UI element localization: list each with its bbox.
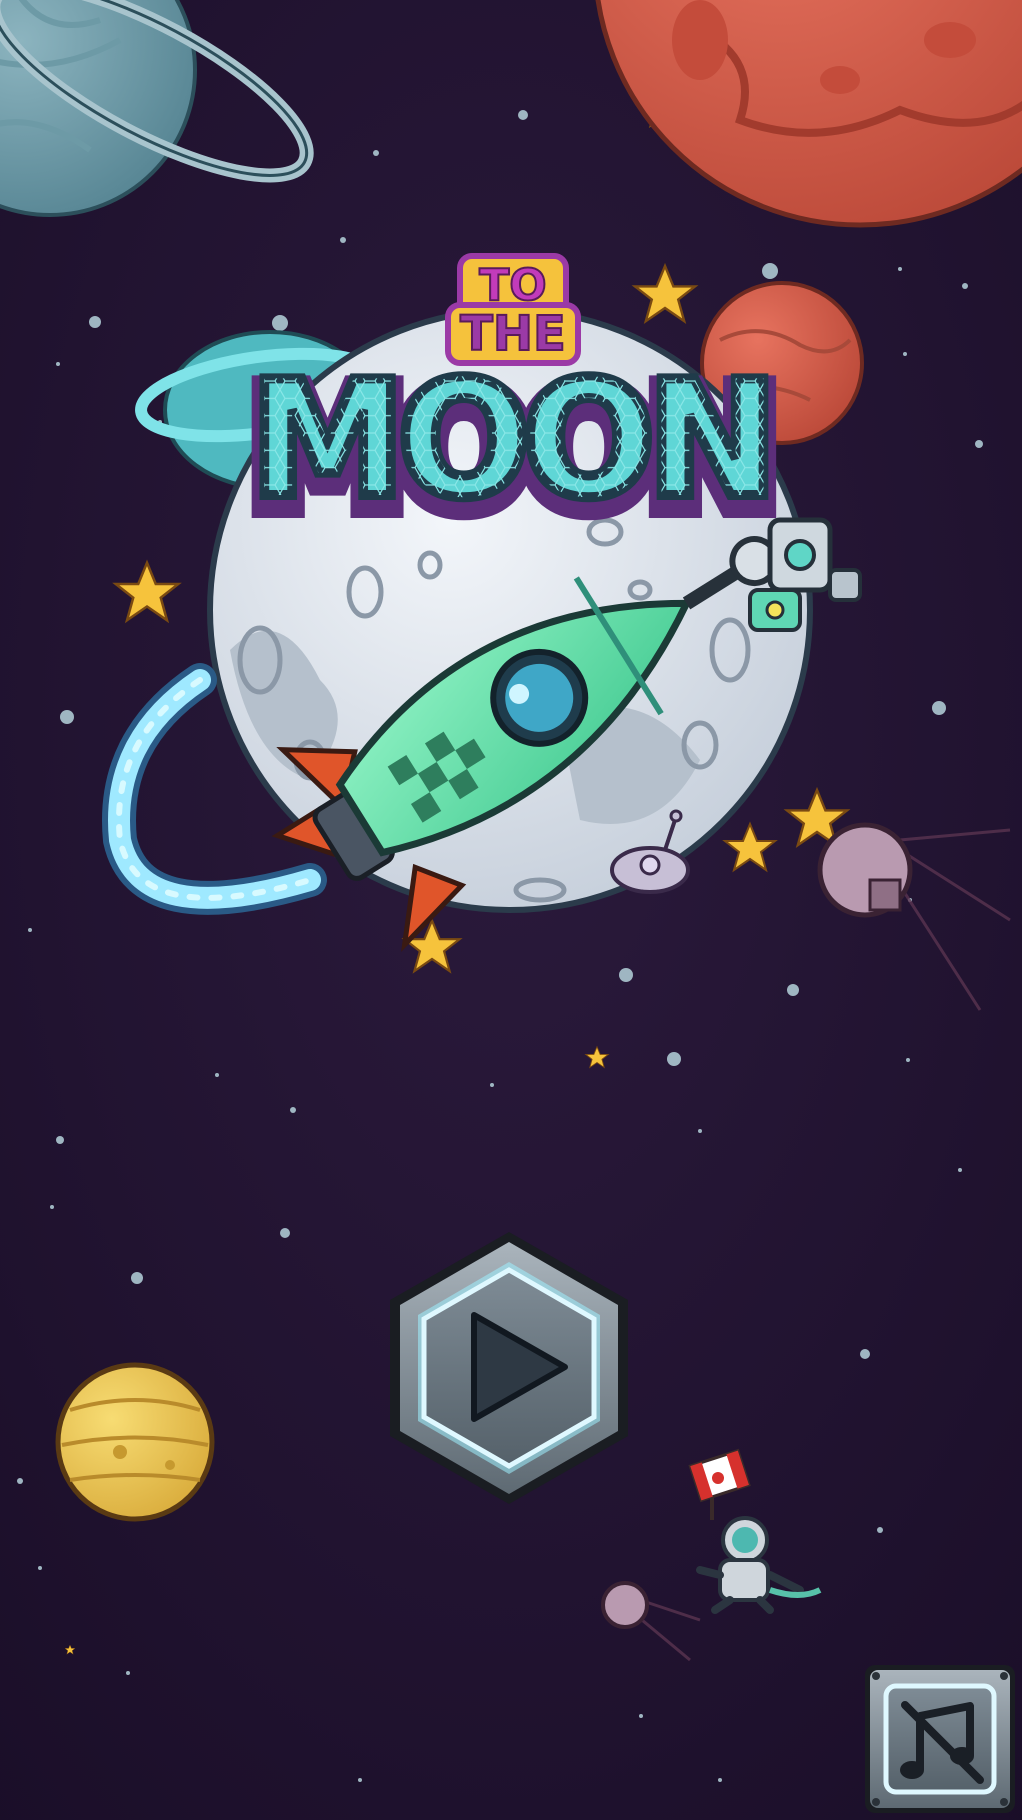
game-stage: TO THE MOON MOON MOON <box>0 0 1022 1820</box>
logo-moon-pattern: MOON <box>250 346 770 533</box>
space-scene: TO THE MOON MOON MOON <box>0 0 1022 1820</box>
music-toggle-button[interactable] <box>865 1665 1015 1813</box>
yellow-planet <box>55 1362 215 1522</box>
